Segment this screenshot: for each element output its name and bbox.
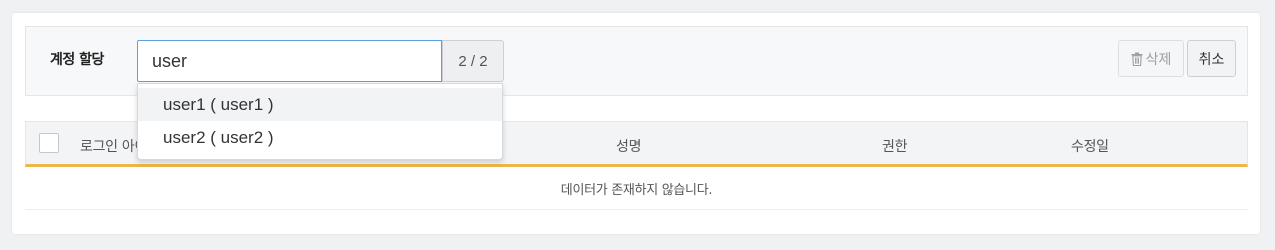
toolbar-label: 계정 할당: [50, 52, 104, 68]
cancel-button[interactable]: 취소: [1187, 40, 1236, 77]
delete-button[interactable]: 삭제: [1118, 40, 1184, 77]
column-header-modified-date[interactable]: 수정일: [1071, 136, 1109, 156]
cancel-button-label: 취소: [1198, 51, 1225, 68]
autocomplete-dropdown: user1 ( user1 ) user2 ( user2 ): [137, 83, 503, 160]
empty-message: 데이터가 존재하지 않습니다.: [560, 182, 713, 198]
empty-message-row: 데이터가 존재하지 않습니다.: [25, 167, 1248, 210]
dropdown-option[interactable]: user1 ( user1 ): [138, 88, 502, 121]
trash-icon: [1131, 52, 1143, 66]
account-search-input[interactable]: [137, 40, 442, 82]
column-header-role[interactable]: 권한: [882, 136, 907, 156]
dropdown-option[interactable]: user2 ( user2 ): [138, 121, 502, 154]
delete-button-label: 삭제: [1145, 51, 1172, 68]
column-header-name[interactable]: 성명: [616, 136, 641, 156]
result-count-badge: 2 / 2: [442, 40, 504, 82]
select-all-checkbox[interactable]: [39, 133, 59, 153]
